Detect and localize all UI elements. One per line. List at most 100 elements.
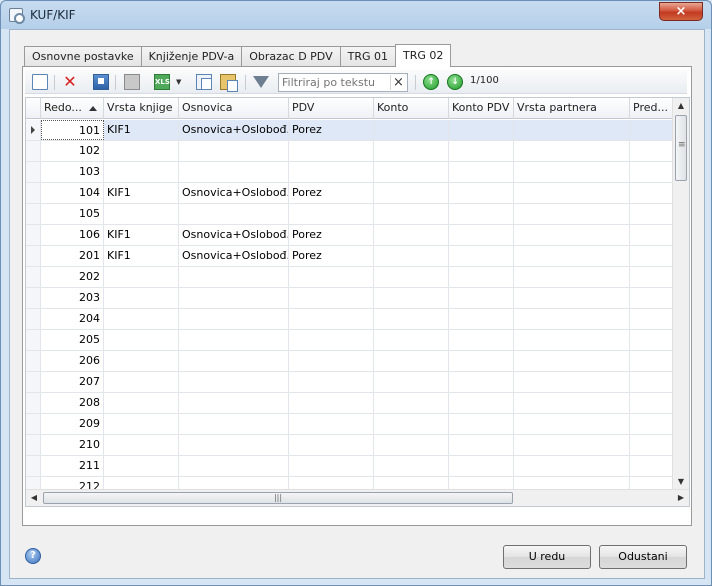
cell-konto-pdv[interactable] <box>449 246 514 266</box>
tab-trg-01[interactable]: TRG 01 <box>339 46 396 67</box>
table-row[interactable]: 205 <box>26 330 673 351</box>
table-row[interactable]: 203 <box>26 288 673 309</box>
cell-redoslijed[interactable]: 210 <box>41 435 104 455</box>
cell-vrsta-knjige[interactable] <box>104 372 179 392</box>
cell-vrsta-partnera[interactable] <box>514 246 630 266</box>
cell-vrsta-knjige[interactable] <box>104 162 179 182</box>
column-header-pred[interactable]: Pred... <box>630 98 673 119</box>
scroll-left-icon[interactable]: ◀ <box>26 490 42 506</box>
table-row[interactable]: 202 <box>26 267 673 288</box>
cell-pred[interactable] <box>630 183 673 203</box>
table-row[interactable]: 206 <box>26 351 673 372</box>
cell-osnovica[interactable] <box>179 414 289 434</box>
cell-konto-pdv[interactable] <box>449 330 514 350</box>
table-row[interactable]: 102 <box>26 141 673 162</box>
paste-icon[interactable] <box>220 74 238 92</box>
cell-vrsta-partnera[interactable] <box>514 120 630 140</box>
cell-konto-pdv[interactable] <box>449 351 514 371</box>
cell-konto[interactable] <box>374 204 449 224</box>
cell-konto[interactable] <box>374 225 449 245</box>
delete-icon[interactable]: ✕ <box>62 74 78 90</box>
cell-konto[interactable] <box>374 351 449 371</box>
cell-vrsta-knjige[interactable]: KIF1 <box>104 120 179 140</box>
cell-vrsta-knjige[interactable] <box>104 267 179 287</box>
cell-osnovica[interactable] <box>179 267 289 287</box>
cell-osnovica[interactable] <box>179 372 289 392</box>
cell-redoslijed[interactable]: 205 <box>41 330 104 350</box>
cell-konto-pdv[interactable] <box>449 456 514 476</box>
cell-konto-pdv[interactable] <box>449 372 514 392</box>
save-icon[interactable] <box>93 74 109 90</box>
cell-konto-pdv[interactable] <box>449 204 514 224</box>
cell-vrsta-knjige[interactable] <box>104 288 179 308</box>
cell-konto-pdv[interactable] <box>449 183 514 203</box>
table-row[interactable]: 208 <box>26 393 673 414</box>
column-header-osnovica[interactable]: Osnovica <box>179 98 289 119</box>
cell-konto-pdv[interactable] <box>449 267 514 287</box>
cell-osnovica[interactable] <box>179 456 289 476</box>
cell-pdv[interactable]: Porez <box>289 246 374 266</box>
cell-vrsta-knjige[interactable] <box>104 141 179 161</box>
cell-konto-pdv[interactable] <box>449 120 514 140</box>
column-header-vrsta-knjige[interactable]: Vrsta knjige <box>104 98 179 119</box>
cell-vrsta-partnera[interactable] <box>514 141 630 161</box>
scroll-down-icon[interactable]: ▼ <box>673 474 689 490</box>
cell-osnovica[interactable] <box>179 162 289 182</box>
table-row[interactable]: 211 <box>26 456 673 477</box>
cell-konto[interactable] <box>374 246 449 266</box>
table-row[interactable]: 204 <box>26 309 673 330</box>
cell-redoslijed[interactable]: 211 <box>41 456 104 476</box>
cell-osnovica[interactable] <box>179 288 289 308</box>
table-row[interactable]: 209 <box>26 414 673 435</box>
cell-pdv[interactable] <box>289 288 374 308</box>
table-row[interactable]: 101 KIF1 Osnovica+Oslobođ... Porez <box>26 120 673 141</box>
ok-button[interactable]: U redu <box>503 545 591 569</box>
cell-pdv[interactable] <box>289 351 374 371</box>
chevron-down-icon[interactable]: ▼ <box>176 74 184 90</box>
cell-pdv[interactable] <box>289 309 374 329</box>
cell-vrsta-partnera[interactable] <box>514 372 630 392</box>
cell-vrsta-knjige[interactable] <box>104 204 179 224</box>
excel-export-icon[interactable]: XLS <box>154 74 170 90</box>
cell-pred[interactable] <box>630 267 673 287</box>
print-icon[interactable] <box>124 74 140 90</box>
cell-redoslijed[interactable]: 206 <box>41 351 104 371</box>
cell-vrsta-partnera[interactable] <box>514 330 630 350</box>
cell-redoslijed[interactable]: 202 <box>41 267 104 287</box>
cell-konto-pdv[interactable] <box>449 162 514 182</box>
move-up-icon[interactable]: ↑ <box>423 74 439 90</box>
cell-pred[interactable] <box>630 456 673 476</box>
column-header-vrsta-partnera[interactable]: Vrsta partnera <box>514 98 630 119</box>
cell-vrsta-partnera[interactable] <box>514 204 630 224</box>
cell-pred[interactable] <box>630 246 673 266</box>
cell-pred[interactable] <box>630 162 673 182</box>
cell-vrsta-partnera[interactable] <box>514 225 630 245</box>
cell-osnovica[interactable]: Osnovica+Oslobođ... <box>179 246 289 266</box>
cell-pdv[interactable]: Porez <box>289 120 374 140</box>
table-row[interactable]: 201 KIF1 Osnovica+Oslobođ... Porez <box>26 246 673 267</box>
cell-konto[interactable] <box>374 183 449 203</box>
cell-osnovica[interactable] <box>179 393 289 413</box>
cell-konto[interactable] <box>374 414 449 434</box>
cell-pred[interactable] <box>630 372 673 392</box>
cell-osnovica[interactable]: Osnovica+Oslobođ... <box>179 225 289 245</box>
cell-redoslijed[interactable]: 201 <box>41 246 104 266</box>
cell-konto[interactable] <box>374 330 449 350</box>
cell-vrsta-knjige[interactable]: KIF1 <box>104 183 179 203</box>
tab-osnovne-postavke[interactable]: Osnovne postavke <box>24 46 142 67</box>
column-header-pdv[interactable]: PDV <box>289 98 374 119</box>
cell-pdv[interactable] <box>289 393 374 413</box>
table-row[interactable]: 105 <box>26 204 673 225</box>
table-row[interactable]: 210 <box>26 435 673 456</box>
tab-knjizenje-pdv[interactable]: Knjiženje PDV-a <box>140 46 243 67</box>
cell-konto-pdv[interactable] <box>449 393 514 413</box>
cell-osnovica[interactable] <box>179 309 289 329</box>
new-icon[interactable] <box>32 74 48 90</box>
scroll-up-icon[interactable]: ▲ <box>673 98 689 114</box>
cell-vrsta-partnera[interactable] <box>514 288 630 308</box>
cell-vrsta-knjige[interactable]: KIF1 <box>104 225 179 245</box>
cell-pred[interactable] <box>630 351 673 371</box>
clear-filter-icon[interactable]: × <box>390 75 406 90</box>
cell-redoslijed[interactable]: 106 <box>41 225 104 245</box>
cell-osnovica[interactable] <box>179 351 289 371</box>
